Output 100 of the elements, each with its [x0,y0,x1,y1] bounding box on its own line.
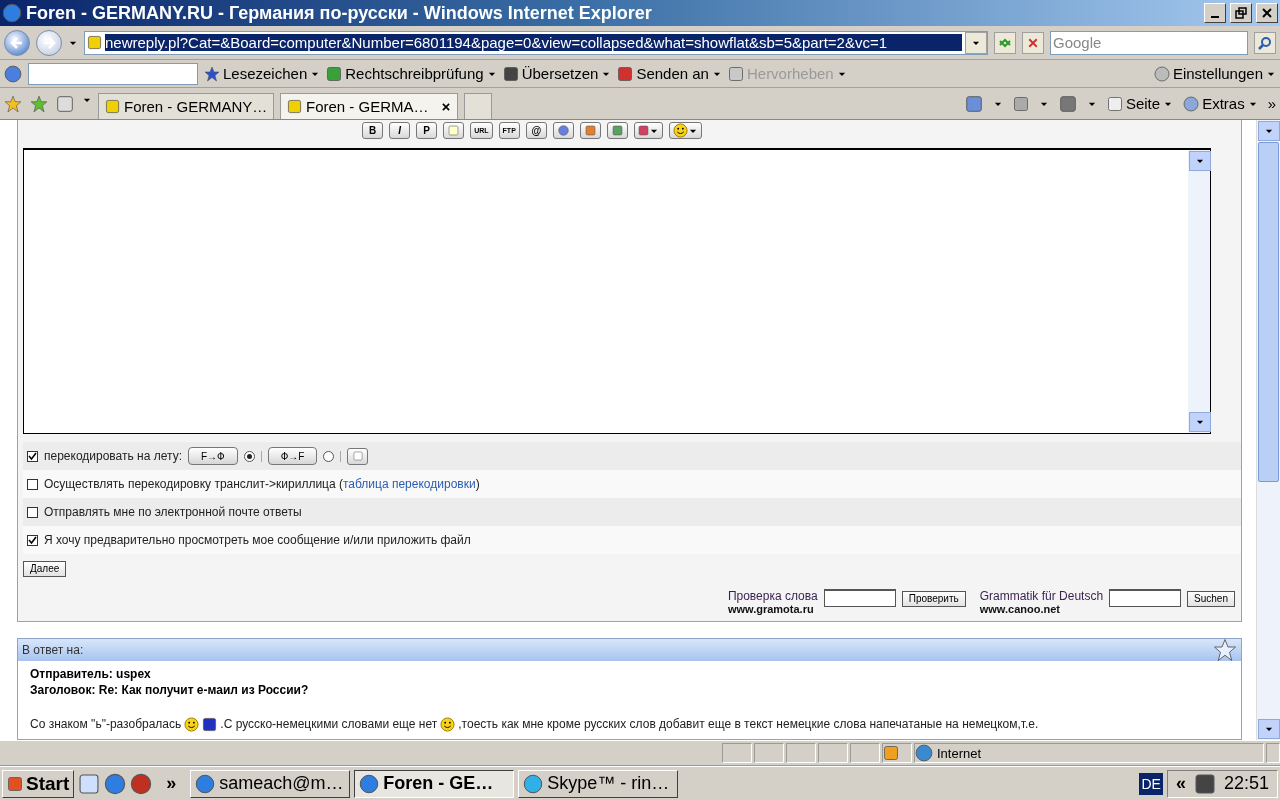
tray-expand-button[interactable]: « [1175,773,1186,794]
window-title: Foren - GERMANY.RU - Германия по-русски - Windows Internet Explorer [26,2,653,24]
image-button[interactable] [606,122,628,139]
format-button[interactable]: P [416,122,438,139]
site-icon [287,99,302,114]
start-button[interactable]: Start [2,769,75,798]
more-button[interactable]: » [1267,95,1276,112]
next-button[interactable]: Далее [23,560,67,577]
smiley-button[interactable] [668,122,702,139]
site-icon [87,35,102,50]
taskbar-button[interactable]: Skype™ - rin… [518,769,679,798]
restore-button[interactable] [1230,3,1252,23]
forward-button[interactable] [36,29,62,56]
checkbox[interactable] [27,478,38,490]
checkbox[interactable] [27,450,38,462]
browser-tab[interactable]: Foren - GERMANY… [98,93,274,119]
quick-launch-icon [78,772,101,795]
close-icon [441,101,451,112]
check-button[interactable]: Suchen [1187,590,1235,607]
check-button[interactable]: Проверить [901,590,966,607]
status-panel [722,743,752,763]
taskbar-button[interactable]: Foren - GE… [354,769,515,798]
status-panel [754,743,784,763]
reply-heading: В ответ на: [22,642,84,657]
back-button[interactable] [4,29,30,56]
toolbar-item-icon [617,65,634,82]
restore-icon [1235,7,1247,19]
right-arrow-icon [42,35,56,50]
color-picture-button[interactable] [579,122,601,139]
scroll-down-button[interactable] [1189,412,1211,432]
left-arrow-icon [10,35,24,50]
format-button[interactable]: B [362,122,384,139]
google-search-field[interactable] [28,62,198,85]
toolbar-item-icon [326,65,343,82]
option-label: Осуществлять перекодировку транслит->кириллица (таблица перекодировки) [44,477,480,491]
close-icon [1261,7,1273,19]
checker-label: Проверка слова [727,588,818,603]
scroll-up-button[interactable] [1258,121,1280,141]
language-indicator[interactable]: DE [1139,772,1163,795]
add-favorite-icon [30,94,48,113]
transcode-button[interactable]: F→Ф [188,447,238,465]
checkbox[interactable] [27,506,38,518]
checker-label: Grammatik für Deutsch [979,588,1104,603]
app-icon [130,772,153,795]
user-button[interactable] [552,122,574,139]
toolbar-button[interactable]: Rechtschreibprüfung [326,65,497,82]
sender-text: Отправитель: uspex [30,666,152,681]
smiley-icon [672,123,688,138]
close-icon [1027,36,1039,49]
option-label: Я хочу предварительно просмотреть мое сообщение и/или приложить файл [44,533,471,547]
toolbar-button[interactable]: Übersetzen [502,65,612,82]
radio-button[interactable] [323,450,335,462]
quote-button[interactable] [443,122,465,139]
search-field[interactable]: Google [1050,30,1248,55]
taskbar-button[interactable]: sameach@m… [190,769,351,798]
status-panel [786,743,816,763]
checkbox[interactable] [27,534,38,546]
settings-button[interactable]: Einstellungen [1153,65,1276,82]
browser-tab[interactable]: Foren - GERMA… [280,93,458,119]
radio-button[interactable] [243,450,255,462]
close-button[interactable] [1256,3,1278,23]
command-button[interactable]: Seite [1106,95,1174,112]
transcode-button[interactable]: Ф→F [267,447,318,465]
site-label: www.canoo.net [979,602,1061,615]
smiley-icon [440,716,456,732]
format-button[interactable]: I [389,122,411,139]
resize-grip[interactable] [1266,743,1280,763]
toolbar-button[interactable]: Senden an [617,65,722,82]
message-text: .С русско-немецкими словами еще нет [220,717,438,731]
site-label: www.gramota.ru [727,602,815,615]
subject-text: Заголовок: Re: Как получит е-маил из России? [30,682,310,697]
table-link[interactable]: таблица перекодировки [343,477,476,491]
minimize-icon [1211,16,1219,18]
scroll-up-button[interactable] [1189,151,1211,171]
refresh-button[interactable] [994,31,1016,54]
keyboard-button[interactable] [347,447,369,465]
word-input[interactable] [1109,588,1182,607]
toolbar-item-icon [727,65,744,82]
scroll-thumb[interactable] [1258,142,1279,482]
dropdown-button[interactable] [965,31,987,54]
clock: 22:51 [1223,773,1269,794]
search-icon [1258,35,1272,50]
message-text: ,тоесть как мне кроме русских слов добавит еще в текст немецкие слова напечатаные на немецком,т.е. [458,717,1039,731]
toolbar-item-icon [204,65,220,82]
tag-button[interactable]: @ [525,122,547,139]
toolbar-button[interactable]: Lesezeichen [204,65,321,82]
word-input[interactable] [823,588,896,607]
color-button[interactable] [633,122,663,139]
minimize-button[interactable] [1204,3,1226,23]
site-icon [105,99,120,114]
status-panel [818,743,848,763]
command-button[interactable]: Extras [1183,95,1258,112]
favorites-star-icon [4,94,22,113]
address-field[interactable]: newreply.pl?Cat=&Board=computer&Number=6801194&page=0&view=collapsed&what=showflat&sb=5&part=2&vc=1 [84,30,988,55]
zone-label: Internet [937,745,982,761]
scroll-down-button[interactable] [1258,719,1280,739]
search-button[interactable] [1254,31,1276,54]
stop-button[interactable] [1022,31,1044,54]
more-button[interactable]: » [156,773,187,794]
toolbar-item-icon [502,65,519,82]
